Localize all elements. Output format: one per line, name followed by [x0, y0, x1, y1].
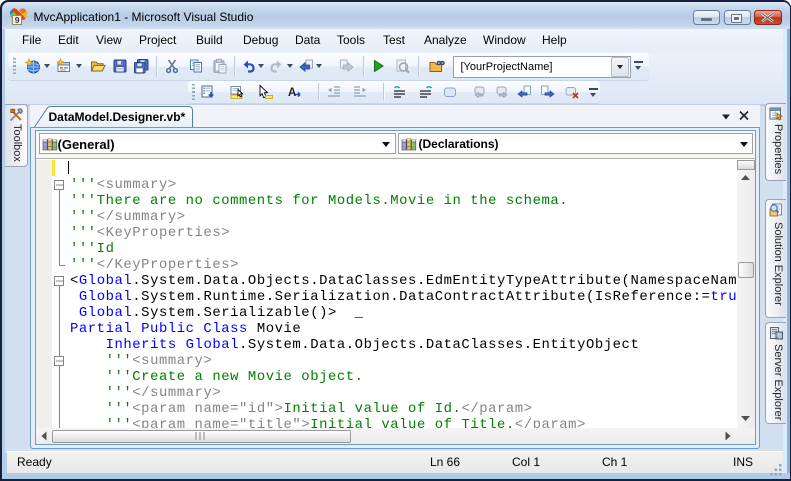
svg-text:9: 9 [15, 15, 20, 25]
svg-text:A: A [288, 87, 296, 99]
